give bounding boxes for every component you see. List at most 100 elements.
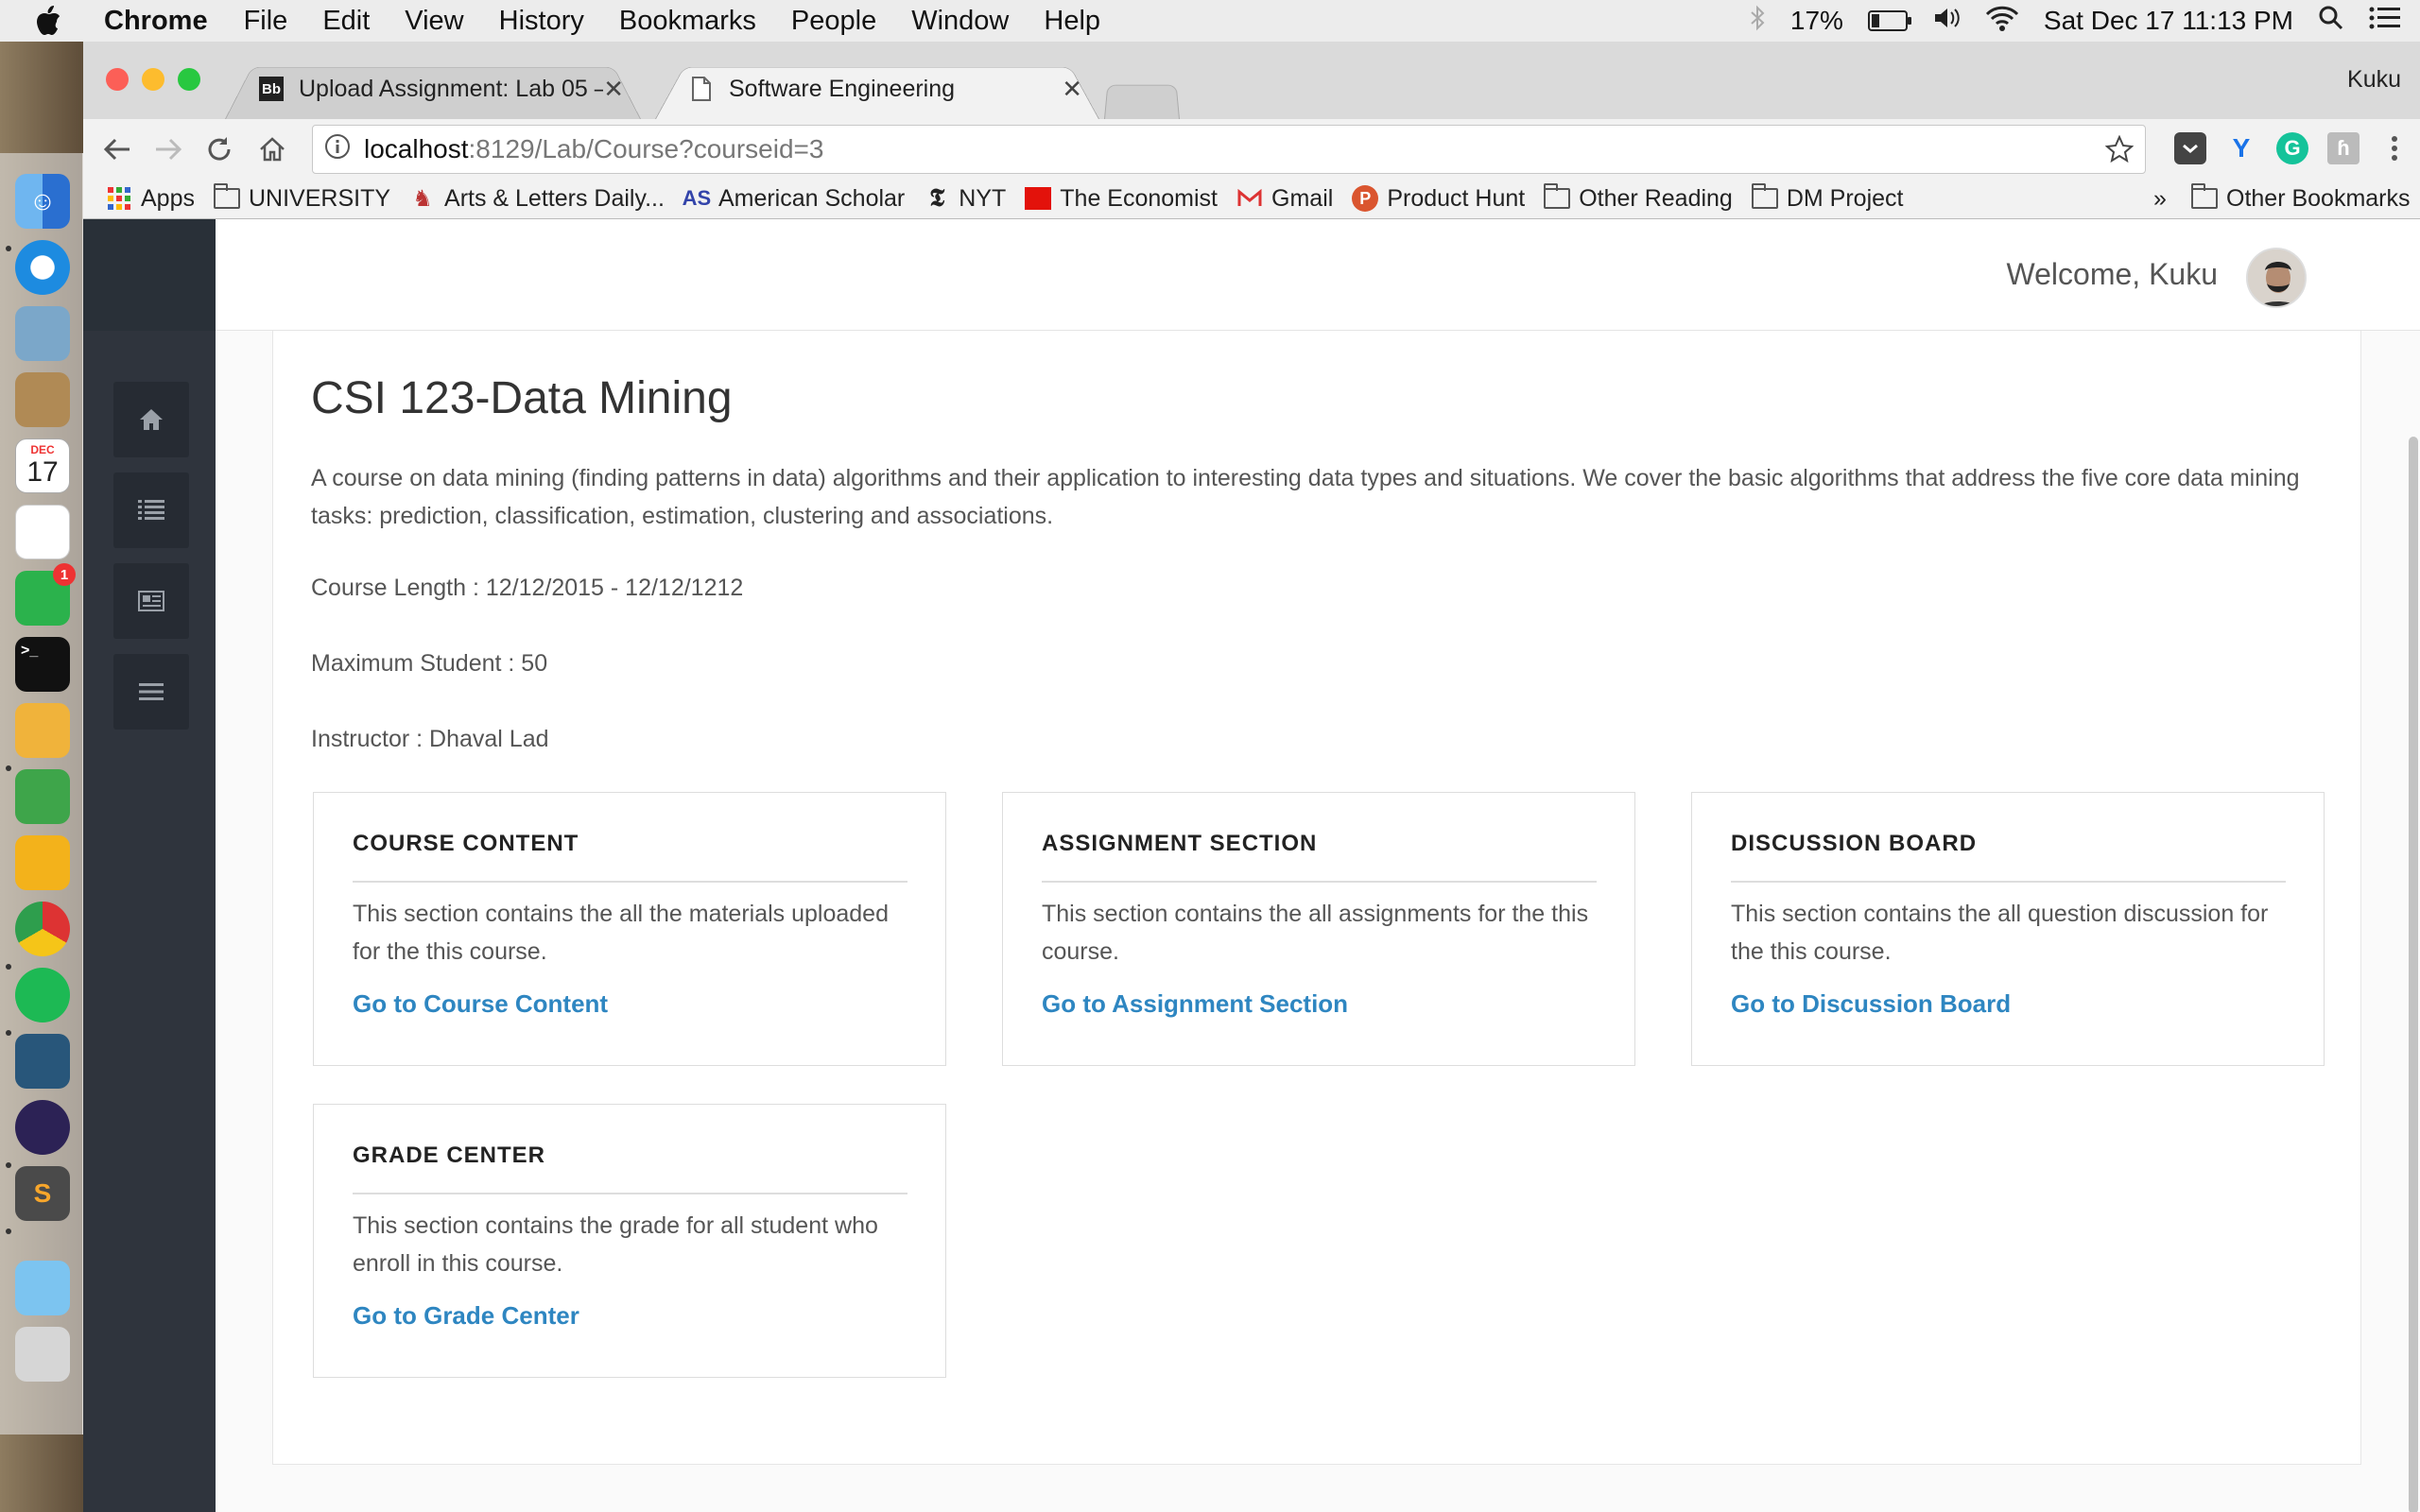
sublime-text-icon[interactable]: S	[15, 1166, 70, 1221]
menu-edit[interactable]: Edit	[322, 6, 370, 37]
eclipse-icon[interactable]	[15, 1100, 70, 1155]
evernote-icon[interactable]	[15, 769, 70, 824]
bluetooth-icon[interactable]	[1749, 5, 1766, 38]
battery-icon[interactable]	[1867, 10, 1911, 31]
go-to-discussion-board-link[interactable]: Go to Discussion Board	[1731, 989, 2011, 1019]
safari-icon[interactable]	[15, 240, 70, 295]
running-indicator	[6, 246, 11, 251]
list-nav-icon[interactable]	[113, 472, 189, 548]
menu-view[interactable]: View	[405, 6, 463, 37]
calendar-icon[interactable]: DEC 17	[15, 438, 70, 493]
back-arrow-icon[interactable]	[98, 130, 136, 168]
spotify-icon[interactable]	[15, 968, 70, 1022]
preview-icon[interactable]	[15, 306, 70, 361]
bulb-app-icon[interactable]	[15, 835, 70, 890]
grammarly-extension-icon[interactable]: G	[2276, 132, 2308, 164]
bookmarks-overflow-chevron[interactable]: »	[2153, 185, 2167, 213]
go-to-course-content-link[interactable]: Go to Course Content	[353, 989, 608, 1019]
running-indicator	[6, 1030, 11, 1036]
bookmark-label: Product Hunt	[1387, 184, 1526, 212]
app-menu-chrome[interactable]: Chrome	[104, 6, 208, 37]
side-nav	[83, 219, 216, 1512]
notification-center-icon[interactable]	[2369, 6, 2401, 37]
folder-icon	[2191, 183, 2218, 210]
minimize-window-button[interactable]	[142, 68, 164, 91]
course-content-card: COURSE CONTENT This section contains the…	[313, 792, 946, 1066]
extension-h-icon[interactable]: ɦ	[2327, 132, 2360, 164]
wifi-icon[interactable]	[1985, 5, 2019, 38]
chrome-dock-icon[interactable]	[15, 902, 70, 956]
go-to-grade-center-link[interactable]: Go to Grade Center	[353, 1301, 579, 1331]
reminders-icon[interactable]	[15, 505, 70, 559]
folder-icon	[1751, 183, 1778, 210]
site-info-icon[interactable]	[324, 133, 351, 166]
tab-software-engineering[interactable]: Software Engineering ✕	[655, 59, 1099, 119]
terminal-icon[interactable]: >_	[15, 637, 70, 692]
bookmark-economist[interactable]: The Economist	[1025, 185, 1218, 213]
finder-icon[interactable]: ☺	[15, 174, 70, 229]
bookmark-label: The Economist	[1060, 184, 1219, 212]
browser-toolbar: localhost:8129/Lab/Course?courseid=3 Y G…	[83, 119, 2420, 219]
menu-file[interactable]: File	[244, 6, 288, 37]
pages-icon[interactable]	[15, 703, 70, 758]
menu-history[interactable]: History	[499, 6, 584, 37]
bookmark-other-reading[interactable]: Other Reading	[1544, 183, 1733, 213]
zoom-window-button[interactable]	[178, 68, 200, 91]
chrome-menu-icon[interactable]	[2378, 132, 2411, 164]
bookmark-star-icon[interactable]	[2104, 134, 2135, 170]
newspaper-nav-icon[interactable]	[113, 563, 189, 639]
bookmark-nyt[interactable]: 𝕿 NYT	[924, 184, 1007, 213]
card-text: This section contains the all the materi…	[353, 901, 889, 965]
battery-percent[interactable]: 17%	[1790, 6, 1843, 36]
tab-upload-assignment[interactable]: Bb Upload Assignment: Lab 05 – F ✕	[225, 59, 641, 119]
bookmark-dm-project[interactable]: DM Project	[1751, 183, 1903, 213]
bookmark-gmail[interactable]: Gmail	[1236, 185, 1333, 213]
spotlight-search-icon[interactable]	[2318, 5, 2344, 38]
vimeo-extension-icon[interactable]: Y	[2225, 132, 2257, 164]
downloads-folder-icon[interactable]	[15, 1261, 70, 1315]
tab-title: Software Engineering	[729, 75, 956, 102]
bookmark-label: NYT	[959, 184, 1007, 212]
close-tab-icon[interactable]: ✕	[603, 75, 624, 104]
go-to-assignment-section-link[interactable]: Go to Assignment Section	[1042, 989, 1348, 1019]
bookmark-university[interactable]: UNIVERSITY	[213, 183, 390, 213]
volume-icon[interactable]	[1932, 5, 1961, 38]
trash-icon[interactable]	[15, 1327, 70, 1382]
bookmark-american-scholar[interactable]: AS American Scholar	[683, 185, 906, 213]
profile-name[interactable]: Kuku	[2347, 66, 2401, 94]
menu-nav-icon[interactable]	[113, 654, 189, 730]
bookmark-other-bookmarks[interactable]: Other Bookmarks	[2191, 183, 2411, 213]
menu-window[interactable]: Window	[911, 6, 1009, 37]
clock-datetime[interactable]: Sat Dec 17 11:13 PM	[2044, 6, 2293, 36]
close-window-button[interactable]	[106, 68, 129, 91]
economist-icon	[1025, 187, 1052, 210]
instructor: Instructor : Dhaval Lad	[311, 726, 549, 752]
home-icon[interactable]	[253, 130, 291, 168]
folder-icon	[213, 183, 240, 210]
contacts-icon[interactable]	[15, 372, 70, 427]
menu-people[interactable]: People	[791, 6, 876, 37]
bookmark-product-hunt[interactable]: P Product Hunt	[1352, 185, 1525, 213]
forward-arrow-icon[interactable]	[149, 130, 187, 168]
home-nav-icon[interactable]	[113, 382, 189, 457]
pocket-extension-icon[interactable]	[2174, 132, 2206, 164]
apple-menu-icon[interactable]	[34, 5, 76, 37]
bookmark-label: Other Reading	[1579, 184, 1733, 212]
page-title: CSI 123-Data Mining	[311, 373, 733, 423]
facetime-icon[interactable]: 1	[15, 563, 76, 626]
card-title: ASSIGNMENT SECTION	[1042, 831, 1318, 856]
user-avatar[interactable]	[2246, 248, 2307, 308]
bookmark-apps[interactable]: Apps	[106, 185, 195, 213]
menu-help[interactable]: Help	[1044, 6, 1100, 37]
close-tab-icon[interactable]: ✕	[1062, 75, 1082, 104]
address-bar[interactable]: localhost:8129/Lab/Course?courseid=3	[312, 125, 2146, 174]
page-scrollbar[interactable]	[2409, 437, 2418, 1512]
reload-icon[interactable]	[200, 130, 238, 168]
bookmark-arts-letters[interactable]: ♞ Arts & Letters Daily...	[409, 185, 665, 213]
mysql-workbench-icon[interactable]	[15, 1034, 70, 1089]
new-tab-button[interactable]	[1104, 81, 1180, 119]
menu-bookmarks[interactable]: Bookmarks	[619, 6, 756, 37]
bookmark-label: Arts & Letters Daily...	[444, 184, 665, 212]
card-divider	[353, 1193, 908, 1194]
grade-center-card: GRADE CENTER This section contains the g…	[313, 1104, 946, 1378]
